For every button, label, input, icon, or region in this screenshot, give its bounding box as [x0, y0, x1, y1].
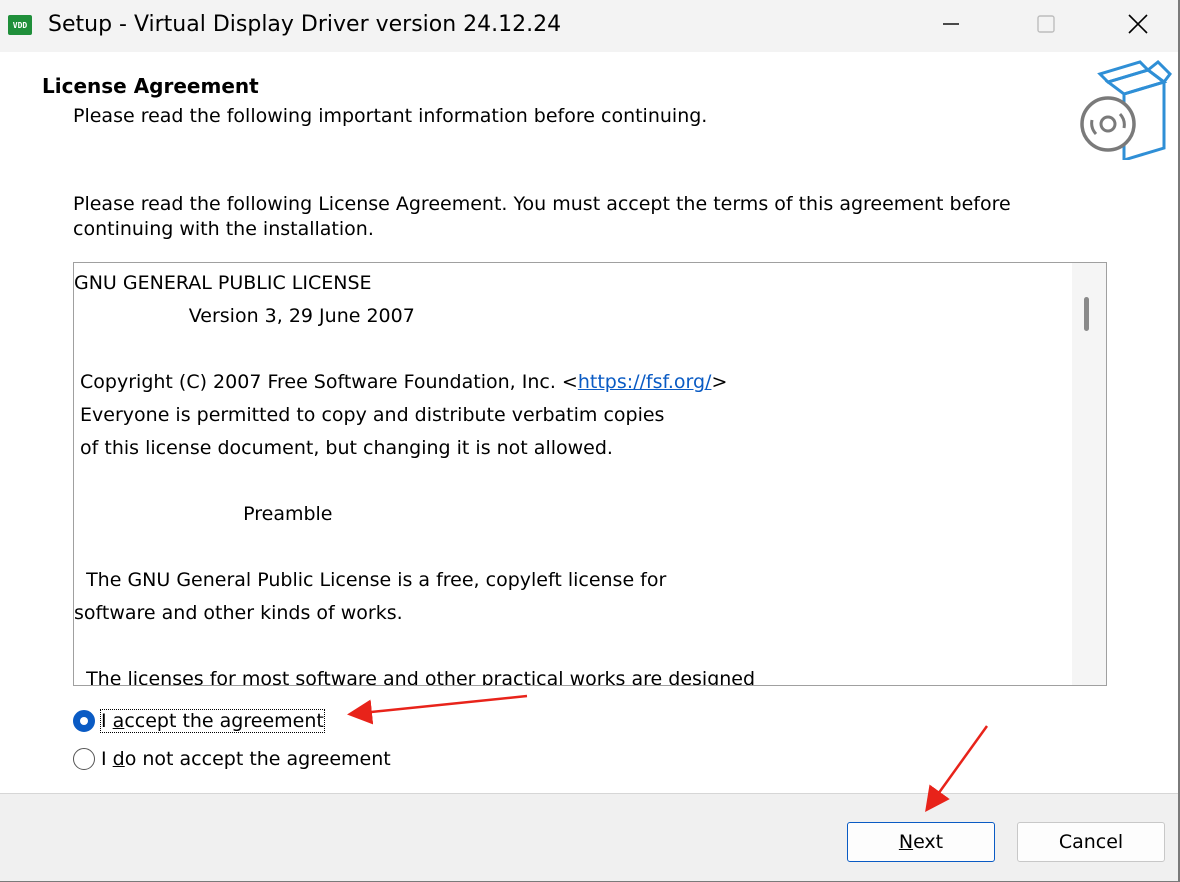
license-scrollbar[interactable] — [1072, 263, 1106, 685]
license-text-segment: > — [711, 371, 728, 393]
license-line: The GNU General Public License is a free… — [74, 569, 667, 591]
license-line: Version 3, 29 June 2007 — [74, 305, 415, 327]
license-line: software and other kinds of works. — [74, 602, 403, 624]
maximize-icon — [1037, 15, 1055, 33]
license-line: GNU GENERAL PUBLIC LICENSE — [74, 272, 372, 294]
radio-unchecked-icon[interactable] — [73, 748, 95, 770]
page-title: License Agreement — [42, 74, 259, 98]
page-subtitle: Please read the following important info… — [73, 105, 708, 127]
wizard-footer: Next Cancel — [0, 793, 1178, 881]
cancel-button[interactable]: Cancel — [1017, 822, 1165, 862]
license-text: GNU GENERAL PUBLIC LICENSE Version 3, 29… — [74, 267, 1064, 686]
accept-agreement-label[interactable]: I accept the agreement — [100, 709, 325, 733]
red-arrow-to-accept — [347, 694, 528, 725]
fsf-link[interactable]: https://fsf.org/ — [578, 371, 712, 393]
app-icon: VDD — [8, 15, 32, 35]
setup-window: VDD Setup - Virtual Display Driver versi… — [0, 0, 1180, 882]
next-button[interactable]: Next — [847, 822, 995, 862]
minimize-button[interactable] — [928, 0, 974, 48]
decline-agreement-radio[interactable]: I do not accept the agreement — [73, 748, 391, 770]
next-accel: N — [898, 831, 914, 853]
radio-checked-icon[interactable] — [73, 710, 95, 732]
decline-agreement-label[interactable]: I do not accept the agreement — [101, 748, 391, 770]
maximize-button — [1023, 0, 1069, 48]
close-button[interactable] — [1115, 0, 1161, 48]
title-bar[interactable]: VDD Setup - Virtual Display Driver versi… — [0, 0, 1178, 52]
license-text-box[interactable]: GNU GENERAL PUBLIC LICENSE Version 3, 29… — [73, 262, 1107, 686]
license-line: Everyone is permitted to copy and distri… — [74, 404, 665, 426]
scrollbar-thumb[interactable] — [1084, 297, 1089, 331]
next-label: ext — [913, 831, 944, 853]
license-line — [74, 333, 1064, 366]
minimize-icon — [943, 23, 959, 25]
license-line — [74, 465, 1064, 498]
cancel-label: Cancel — [1058, 831, 1124, 853]
license-line: Copyright (C) 2007 Free Software Foundat… — [74, 366, 1064, 399]
accept-agreement-radio[interactable]: I accept the agreement — [73, 709, 325, 733]
license-text-segment: Copyright (C) 2007 Free Software Foundat… — [74, 371, 578, 393]
window-title: Setup - Virtual Display Driver version 2… — [48, 12, 562, 37]
license-line: of this license document, but changing i… — [74, 437, 613, 459]
license-line — [74, 531, 1064, 564]
license-line: Preamble — [74, 503, 333, 525]
wizard-header: License Agreement Please read the follow… — [0, 52, 1178, 170]
license-intro-text: Please read the following License Agreem… — [73, 193, 1011, 240]
license-line — [74, 630, 1064, 663]
setup-box-disc-icon — [1080, 60, 1172, 160]
close-icon — [1128, 14, 1148, 34]
license-line: The licenses for most software and other… — [74, 668, 756, 686]
